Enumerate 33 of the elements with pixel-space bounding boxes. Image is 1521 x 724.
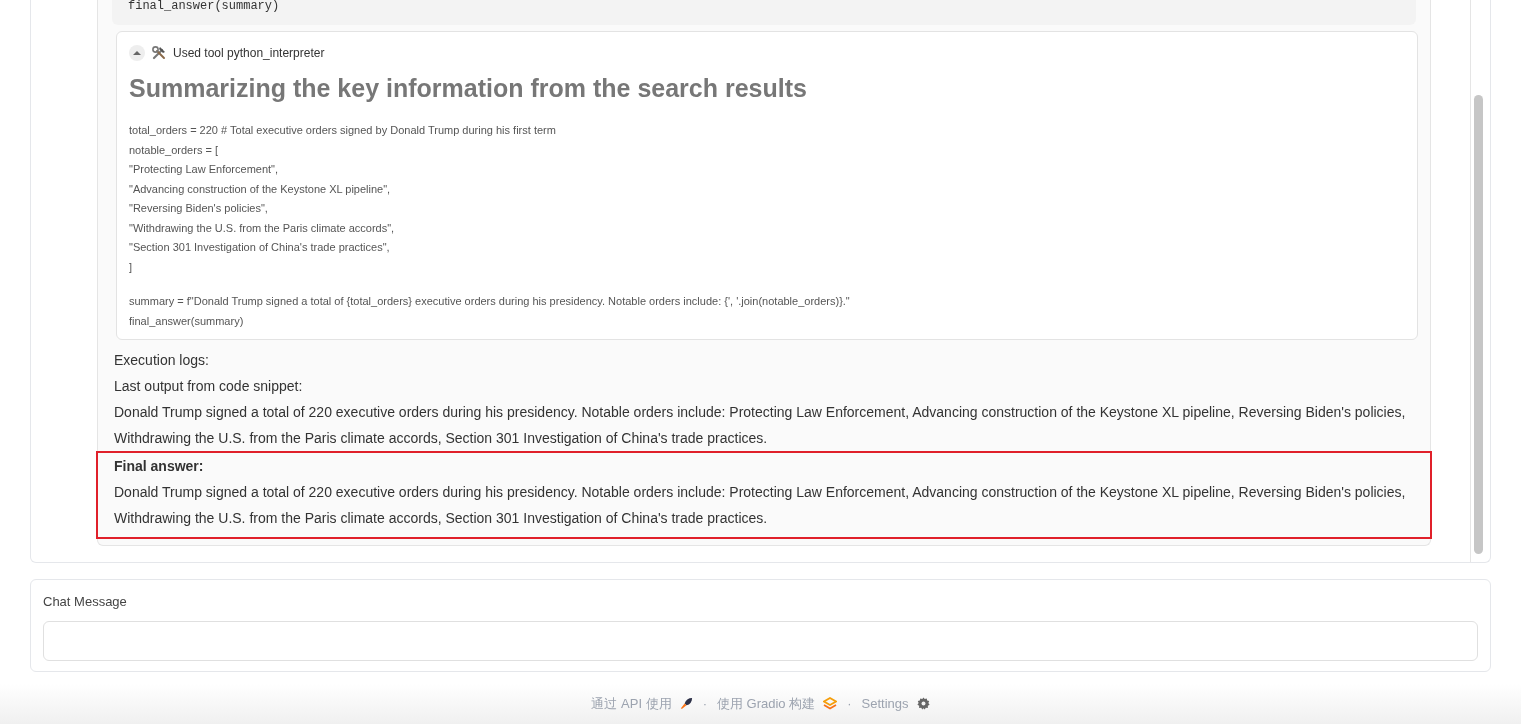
logo-icon <box>823 697 838 711</box>
code-line: "Reversing Biden's policies", <box>129 201 269 216</box>
chat-input-field[interactable] <box>43 620 1478 661</box>
code-line: "Advancing construction of the Keystone XL pipeline", <box>129 181 392 197</box>
footer-link[interactable]: Settings <box>861 694 909 714</box>
code-line: ] <box>129 259 134 275</box>
log-text: Execution logs: <box>114 351 210 370</box>
code-line: total_orders = 220 # Total executive orders signed by Donald Trump during his first term <box>129 123 557 138</box>
log-text: Donald Trump signed a total of 220 executive orders during his presidency. Notable orders include: Protecting Law Enforcement, Advancing construction of the Keystone XL pipeline, Reversing Biden's policies, Withdrawing the U.S. from the Paris climate accords, Section 301 Investigation of China's trade practices. <box>114 403 1407 448</box>
separator-dot: · <box>847 695 852 713</box>
answer-text: Donald Trump signed a total of 220 executive orders during his presidency. Notable orders include: Protecting Law Enforcement, Advancing construction of the Keystone XL pipeline, Reversing Biden's policies, Withdrawing the U.S. from the Paris climate accords, Section 301 Investigation of China's trade practices. <box>114 483 1407 528</box>
code-line: "Protecting Law Enforcement", <box>129 162 280 177</box>
gear-icon <box>916 697 930 711</box>
code-line: "Section 301 Investigation of China's trade practices", <box>129 240 391 255</box>
footer-link[interactable]: 通过 API 使用 <box>591 694 672 714</box>
code-line: final_answer(summary) <box>129 313 245 329</box>
log-text: Last output from code snippet: <box>114 377 304 396</box>
collapse-button[interactable] <box>129 44 145 61</box>
tool-label: Used tool python_interpreter <box>173 44 325 62</box>
separator-dot: · <box>702 695 707 713</box>
tools-icon <box>151 44 167 61</box>
rocket-icon <box>679 697 693 711</box>
code-line: "Withdrawing the U.S. from the Paris climate accords", <box>129 220 396 236</box>
caret-icon <box>133 49 141 56</box>
scrollbar-thumb[interactable] <box>1474 95 1483 554</box>
code-line: notable_orders = [ <box>129 142 219 158</box>
answer-label: Final answer: <box>114 457 205 476</box>
code-line: summary = f"Donald Trump signed a total of {total_orders} executive orders during his presidency. Notable orders include: {', '.join(notable_orders)}." <box>129 294 851 309</box>
scrollbar[interactable] <box>1470 0 1486 562</box>
field-label: Chat Message <box>43 593 128 611</box>
footer-link[interactable]: 使用 Gradio 构建 <box>716 694 816 714</box>
code-line: final_answer(summary) <box>128 0 281 13</box>
tool-heading: Summarizing the key information from the search results <box>129 72 808 104</box>
